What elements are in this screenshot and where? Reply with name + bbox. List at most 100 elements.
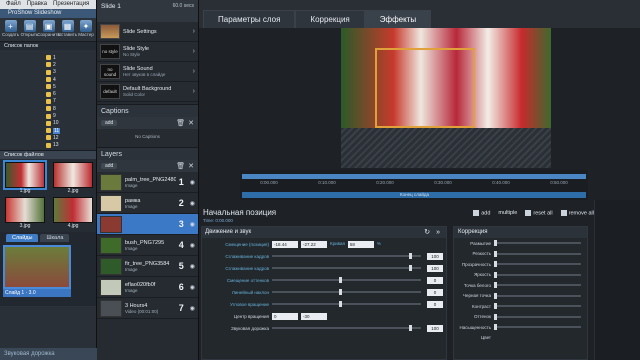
slide-thumbnail[interactable] bbox=[3, 245, 71, 289]
wizard-button[interactable]: ✦ Мастер bbox=[78, 20, 94, 39]
save-button[interactable]: ▣ Сохранить bbox=[37, 20, 60, 39]
slide-setting-row[interactable]: default Default Background Solid Color › bbox=[97, 82, 198, 102]
correction-slider[interactable] bbox=[494, 261, 581, 268]
multiple-button[interactable]: multiple bbox=[498, 210, 517, 216]
motion-value[interactable]: 0 bbox=[427, 276, 443, 284]
correction-slider[interactable] bbox=[494, 313, 581, 320]
slider-knob[interactable] bbox=[494, 271, 497, 278]
add-keyframe-button[interactable]: add bbox=[473, 210, 490, 216]
layer-row[interactable]: eflao020fb0f Image 6 ◉ bbox=[97, 277, 198, 298]
layer-row[interactable]: рамка Image 2 ◉ bbox=[97, 193, 198, 214]
value-x-field[interactable]: -18.44 bbox=[272, 240, 298, 248]
motion-slider[interactable] bbox=[272, 265, 421, 271]
folder-item[interactable]: 11 bbox=[46, 127, 64, 134]
folder-item[interactable]: 2 bbox=[46, 61, 64, 68]
motion-value[interactable]: 0 bbox=[427, 288, 443, 296]
correction-slider[interactable] bbox=[494, 303, 581, 310]
folder-item[interactable]: 9 bbox=[46, 112, 64, 119]
reset-all-button[interactable]: reset all bbox=[525, 210, 553, 216]
slide-setting-row[interactable]: no style Slide Style No Style › bbox=[97, 42, 198, 62]
trash-icon[interactable]: 🗑 bbox=[176, 119, 185, 127]
motion-slider[interactable] bbox=[272, 301, 421, 307]
eye-icon[interactable]: ◉ bbox=[190, 284, 195, 291]
motion-slider[interactable] bbox=[272, 325, 421, 331]
tab-correction[interactable]: Коррекция bbox=[295, 10, 365, 28]
slider-knob[interactable] bbox=[494, 261, 497, 268]
tab-layer-settings[interactable]: Параметры слоя bbox=[203, 10, 296, 28]
layer-row[interactable]: fir_tree_PNG3584 Image 5 ◉ bbox=[97, 256, 198, 277]
motion-slider[interactable] bbox=[272, 253, 421, 259]
correction-slider[interactable] bbox=[494, 324, 581, 331]
slider-knob[interactable] bbox=[494, 324, 497, 331]
motion-slider[interactable] bbox=[272, 289, 421, 295]
open-button[interactable]: ▤ Открыть bbox=[21, 20, 38, 39]
slider-knob[interactable] bbox=[339, 277, 343, 283]
motion-value[interactable]: 100 bbox=[427, 264, 443, 272]
slider-knob[interactable] bbox=[339, 301, 343, 307]
slider-knob[interactable] bbox=[494, 282, 497, 289]
correction-slider[interactable] bbox=[494, 292, 581, 299]
folder-item[interactable]: 1 bbox=[46, 54, 64, 61]
tools-icon[interactable]: ✕ bbox=[188, 119, 194, 127]
slider-knob[interactable] bbox=[494, 313, 497, 320]
eye-icon[interactable]: ◉ bbox=[190, 200, 195, 207]
eye-icon[interactable]: ◉ bbox=[190, 221, 195, 228]
menu-file[interactable]: Файл bbox=[6, 0, 21, 9]
add-layer-button[interactable]: add bbox=[101, 163, 118, 169]
remove-all-button[interactable]: remove all bbox=[560, 210, 594, 216]
tab-slides[interactable]: Слайды bbox=[6, 234, 39, 242]
folder-item[interactable]: 13 bbox=[46, 142, 64, 149]
file-thumb[interactable]: 2.jpg bbox=[51, 162, 95, 194]
tools-icon[interactable]: ✕ bbox=[188, 162, 194, 170]
add-caption-button[interactable]: add bbox=[101, 120, 118, 126]
layer-row[interactable]: 3 Hours4 Video (00:01:00) 7 ◉ bbox=[97, 298, 198, 319]
slider-knob[interactable] bbox=[409, 265, 413, 271]
tab-effects[interactable]: Эффекты bbox=[364, 10, 432, 28]
folder-item[interactable]: 3 bbox=[46, 69, 64, 76]
folder-item[interactable]: 7 bbox=[46, 98, 64, 105]
folder-item[interactable]: 10 bbox=[46, 120, 64, 127]
value-x-field[interactable]: 0 bbox=[272, 312, 298, 320]
slide-setting-row[interactable]: Slide Settings › bbox=[97, 22, 198, 42]
forward-icon[interactable]: » bbox=[436, 227, 440, 238]
folder-item[interactable]: 4 bbox=[46, 76, 64, 83]
slider-knob[interactable] bbox=[339, 289, 343, 295]
layer-row[interactable]: 3 ◉ bbox=[97, 214, 198, 235]
motion-slider[interactable] bbox=[272, 277, 421, 283]
tab-timeline[interactable]: Шкала bbox=[40, 234, 70, 242]
correction-slider[interactable] bbox=[494, 282, 581, 289]
curve-field[interactable]: 58 bbox=[347, 240, 374, 248]
slide-setting-row[interactable]: no sound Slide Sound Нет звуков в слайде › bbox=[97, 62, 198, 82]
correction-slider[interactable] bbox=[494, 250, 581, 257]
motion-value[interactable]: 0 bbox=[427, 300, 443, 308]
slider-knob[interactable] bbox=[409, 253, 413, 259]
keyframe-timeline[interactable]: 0:00.000 0:10.000 0:20.000 0:30.000 0:40.000… bbox=[240, 170, 588, 200]
eye-icon[interactable]: ◉ bbox=[190, 242, 195, 249]
slider-knob[interactable] bbox=[494, 250, 497, 257]
file-thumb[interactable]: 1.jpg bbox=[3, 160, 47, 194]
slider-knob[interactable] bbox=[494, 240, 497, 247]
layer-frame[interactable] bbox=[375, 48, 475, 128]
value-y-field[interactable]: -27.22 bbox=[301, 240, 327, 248]
file-thumb[interactable]: 3.jpg bbox=[3, 197, 47, 229]
motion-value[interactable]: 100 bbox=[427, 252, 443, 260]
value-y-field[interactable]: -30 bbox=[301, 312, 327, 320]
timeline-bar[interactable] bbox=[242, 174, 586, 179]
eye-icon[interactable]: ◉ bbox=[190, 305, 195, 312]
slider-knob[interactable] bbox=[494, 303, 497, 310]
layer-row[interactable]: palm_tree_PNG2480 Image 1 ◉ bbox=[97, 172, 198, 193]
file-thumb[interactable]: 4.jpg bbox=[51, 197, 95, 229]
new-button[interactable]: + Создать bbox=[2, 20, 19, 39]
insert-button[interactable]: ▦ Вставить bbox=[58, 20, 77, 39]
folder-item[interactable]: 6 bbox=[46, 90, 64, 97]
menu-edit[interactable]: Правка bbox=[27, 0, 47, 9]
folder-item[interactable]: 12 bbox=[46, 134, 64, 141]
audio-track[interactable]: Звуковая дорожка bbox=[0, 348, 97, 360]
correction-slider[interactable] bbox=[494, 240, 581, 247]
slider-knob[interactable] bbox=[494, 292, 497, 299]
eye-icon[interactable]: ◉ bbox=[190, 263, 195, 270]
menu-show[interactable]: Презентация bbox=[53, 0, 89, 9]
refresh-icon[interactable]: ↻ bbox=[424, 227, 430, 238]
motion-value[interactable]: 100 bbox=[427, 324, 443, 332]
layer-row[interactable]: bush_PNG7295 Image 4 ◉ bbox=[97, 235, 198, 256]
